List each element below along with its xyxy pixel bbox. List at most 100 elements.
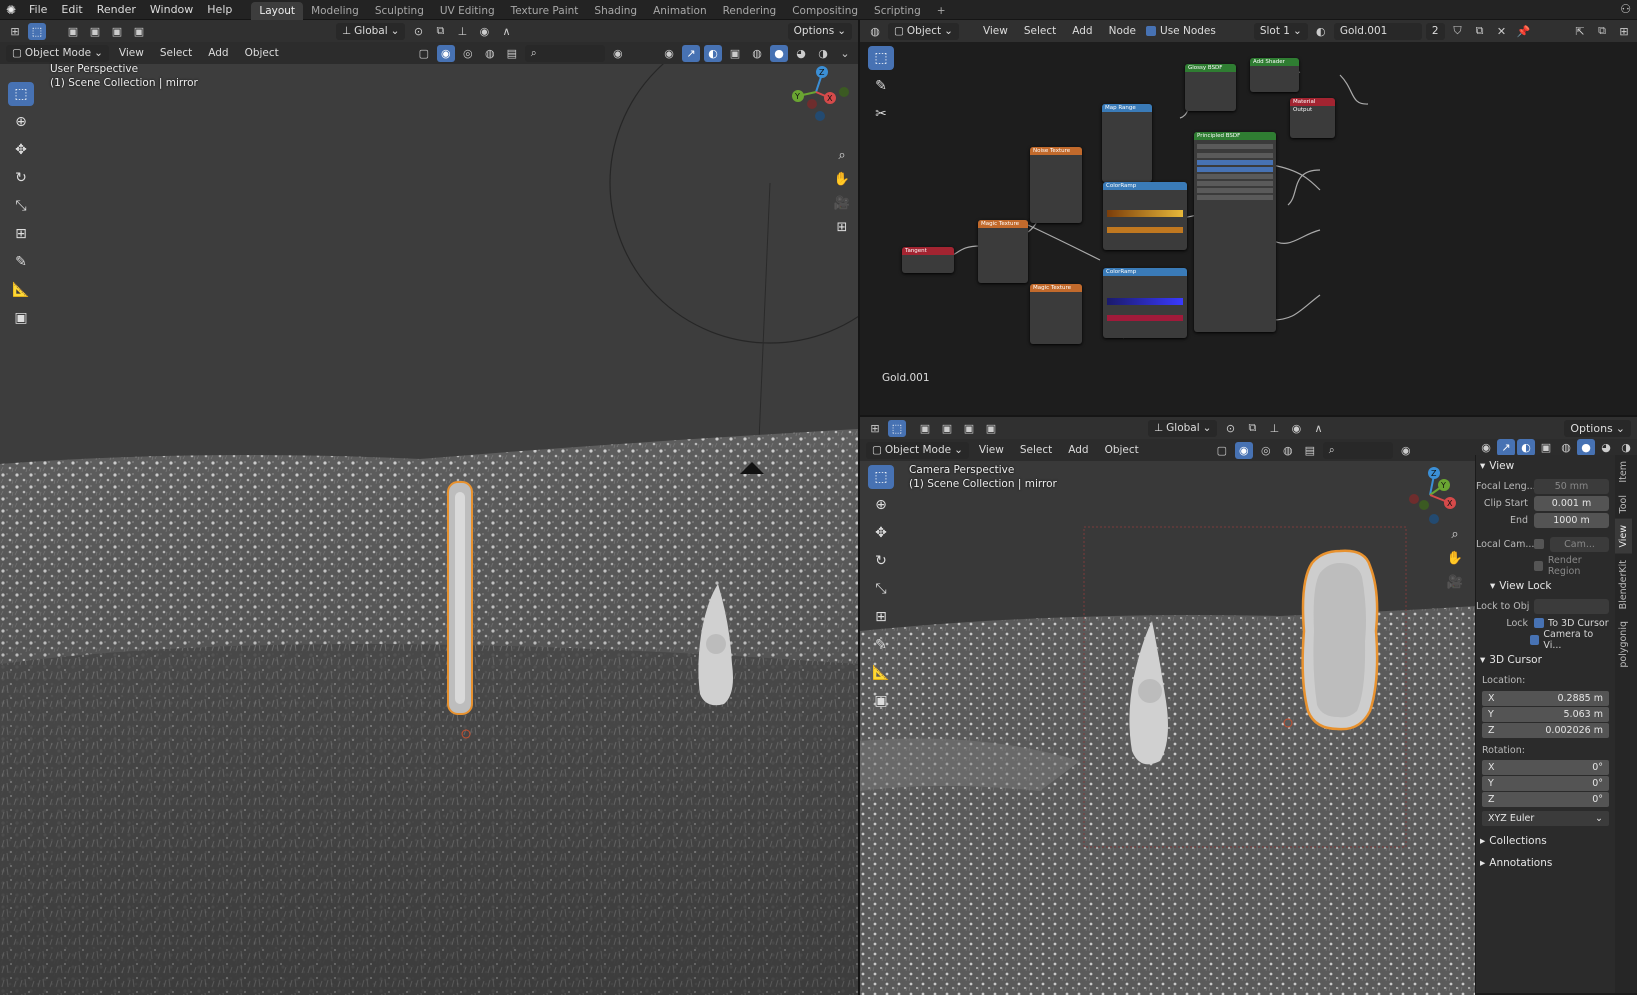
proportional-edit-icon[interactable]: ◉ bbox=[1287, 420, 1305, 437]
annotate-icon[interactable]: ✎ bbox=[8, 250, 34, 274]
search-field[interactable]: ⌕ bbox=[1322, 441, 1393, 459]
add-cube-icon[interactable]: ▣ bbox=[868, 689, 894, 713]
node-noise-texture[interactable]: Noise Texture bbox=[1030, 147, 1082, 223]
options-dropdown[interactable]: Options ⌄ bbox=[787, 22, 852, 40]
cursor-icon[interactable]: ⊕ bbox=[8, 110, 34, 134]
menu-add[interactable]: Add bbox=[202, 47, 234, 59]
tab-tool[interactable]: Tool bbox=[1615, 489, 1632, 519]
options-dropdown[interactable]: Options ⌄ bbox=[1564, 419, 1631, 437]
measure-icon[interactable]: 📐 bbox=[8, 278, 34, 302]
tab-blenderkit[interactable]: BlenderKit bbox=[1615, 554, 1632, 615]
menu-render[interactable]: Render bbox=[90, 0, 143, 20]
move-icon[interactable]: ✥ bbox=[868, 521, 894, 545]
clip-start-field[interactable]: 0.001 m bbox=[1534, 495, 1609, 511]
snap-target-icon[interactable]: ⊥ bbox=[453, 23, 471, 40]
select-mode-extend-icon[interactable]: ▣ bbox=[86, 23, 104, 40]
node-principled-bsdf[interactable]: Principled BSDF bbox=[1194, 132, 1276, 332]
focal-length-field[interactable]: 50 mm bbox=[1534, 478, 1609, 494]
editor-type-icon[interactable]: ⊞ bbox=[6, 23, 24, 40]
scale-icon[interactable]: ⤡ bbox=[8, 194, 34, 218]
blender-logo-icon[interactable]: ✺ bbox=[0, 0, 22, 20]
node-colorramp-gold[interactable]: ColorRamp bbox=[1103, 182, 1187, 250]
select-mode-subtract-icon[interactable]: ▣ bbox=[960, 420, 978, 437]
menu-view[interactable]: View bbox=[113, 47, 150, 59]
node-magic-texture-1[interactable]: Magic Texture bbox=[978, 220, 1028, 283]
material-shading-icon[interactable]: ◕ bbox=[1597, 439, 1615, 456]
tab-compositing[interactable]: Compositing bbox=[784, 2, 866, 20]
select-mode-invert-icon[interactable]: ▣ bbox=[130, 23, 148, 40]
tab-animation[interactable]: Animation bbox=[645, 2, 715, 20]
camera-filter-icon[interactable]: ◍ bbox=[481, 45, 499, 62]
menu-edit[interactable]: Edit bbox=[54, 0, 89, 20]
zoom-icon[interactable]: ⌕ bbox=[831, 146, 853, 164]
menu-help[interactable]: Help bbox=[200, 0, 239, 20]
xray-icon[interactable]: ▣ bbox=[1537, 439, 1555, 456]
tab-view[interactable]: View bbox=[1615, 519, 1632, 554]
camera-filter-icon[interactable]: ◍ bbox=[1279, 442, 1297, 459]
solid-shading-icon[interactable]: ● bbox=[1577, 438, 1595, 455]
pan-hand-icon[interactable]: ✋ bbox=[1444, 549, 1466, 567]
horizontal-area-divider[interactable] bbox=[860, 415, 1637, 417]
pivot-icon[interactable]: ⊙ bbox=[1221, 420, 1239, 437]
select-tool-icon[interactable]: ⬚ bbox=[888, 419, 906, 437]
solid-shading-icon[interactable]: ● bbox=[770, 44, 788, 62]
menu-select[interactable]: Select bbox=[154, 47, 198, 59]
clip-end-field[interactable]: 1000 m bbox=[1534, 512, 1609, 528]
transform-icon[interactable]: ⊞ bbox=[8, 222, 34, 246]
menu-add[interactable]: Add bbox=[1062, 444, 1094, 456]
3d-cursor-section-header[interactable]: ▾ 3D Cursor bbox=[1476, 649, 1615, 671]
material-shading-icon[interactable]: ◕ bbox=[792, 45, 810, 62]
select-mode-subtract-icon[interactable]: ▣ bbox=[108, 23, 126, 40]
falloff-icon[interactable]: ∧ bbox=[1309, 420, 1327, 437]
eye-icon[interactable]: ◉ bbox=[609, 45, 627, 62]
navigation-gizmo[interactable]: Z Y X bbox=[786, 62, 850, 142]
select-tool-icon[interactable]: ⬚ bbox=[28, 22, 46, 40]
object-filter-icon[interactable]: ◉ bbox=[1234, 441, 1253, 459]
cursor-rotation-z-field[interactable]: Z 0° bbox=[1482, 792, 1609, 807]
snap-target-icon[interactable]: ⊥ bbox=[1265, 420, 1283, 437]
select-mode-invert-icon[interactable]: ▣ bbox=[982, 420, 1000, 437]
select-box-icon[interactable]: ⬚ bbox=[8, 82, 34, 106]
menu-select[interactable]: Select bbox=[1014, 444, 1058, 456]
rendered-shading-icon[interactable]: ◑ bbox=[814, 45, 832, 62]
camera-to-view-checkbox[interactable] bbox=[1530, 635, 1540, 645]
rendered-shading-icon[interactable]: ◑ bbox=[1617, 439, 1635, 456]
pivot-icon[interactable]: ⊙ bbox=[409, 23, 427, 40]
tab-layout[interactable]: Layout bbox=[251, 1, 304, 20]
local-camera-checkbox[interactable] bbox=[1534, 539, 1544, 549]
left-3d-viewport[interactable]: ⊞ ⬚ ▣ ▣ ▣ ▣ ⊥ Global ⌄ ⊙ ⧉ ⊥ ◉ ∧ Options ⌄ … bbox=[0, 20, 858, 995]
node-magic-texture-2[interactable]: Magic Texture bbox=[1030, 284, 1082, 344]
tab-scripting[interactable]: Scripting bbox=[866, 2, 929, 20]
cursor-location-z-field[interactable]: Z 0.002026 m bbox=[1482, 723, 1609, 738]
tab-shading[interactable]: Shading bbox=[586, 2, 645, 20]
render-region-checkbox[interactable] bbox=[1534, 561, 1543, 571]
wireframe-shading-icon[interactable]: ◍ bbox=[748, 45, 766, 62]
filter-icon[interactable]: ▢ bbox=[1213, 442, 1231, 459]
menu-file[interactable]: File bbox=[22, 0, 54, 20]
menu-object[interactable]: Object bbox=[239, 47, 285, 59]
tab-uv-editing[interactable]: UV Editing bbox=[432, 2, 503, 20]
ortho-grid-icon[interactable]: ⊞ bbox=[831, 218, 853, 236]
object-filter-icon[interactable]: ◉ bbox=[436, 44, 455, 62]
xray-icon[interactable]: ▣ bbox=[726, 45, 744, 62]
lock-to-object-field[interactable] bbox=[1534, 598, 1609, 614]
cursor-location-y-field[interactable]: Y 5.063 m bbox=[1482, 707, 1609, 722]
right-3d-viewport[interactable]: ⊞ ⬚ ▣ ▣ ▣ ▣ ⊥ Global ⌄ ⊙ ⧉ ⊥ ◉ ∧ ▢ Object M… bbox=[860, 417, 1475, 995]
light-filter-icon[interactable]: ◎ bbox=[1257, 442, 1275, 459]
cursor-icon[interactable]: ⊕ bbox=[868, 493, 894, 517]
mode-dropdown[interactable]: ▢ Object Mode ⌄ bbox=[6, 44, 109, 62]
cursor-rotation-x-field[interactable]: X 0° bbox=[1482, 760, 1609, 775]
image-filter-icon[interactable]: ▤ bbox=[503, 45, 521, 62]
editor-type-icon[interactable]: ⊞ bbox=[866, 420, 884, 437]
search-field[interactable]: ⌕ bbox=[524, 44, 605, 62]
menu-window[interactable]: Window bbox=[143, 0, 200, 20]
local-camera-field[interactable]: Cam... bbox=[1550, 536, 1609, 552]
shading-options-icon[interactable]: ⌄ bbox=[836, 45, 854, 62]
tab-item[interactable]: Item bbox=[1615, 455, 1632, 489]
tab-modeling[interactable]: Modeling bbox=[303, 2, 367, 20]
wireframe-shading-icon[interactable]: ◍ bbox=[1557, 439, 1575, 456]
tab-rendering[interactable]: Rendering bbox=[715, 2, 785, 20]
mode-dropdown[interactable]: ▢ Object Mode ⌄ bbox=[866, 441, 969, 459]
node-map-range[interactable]: Map Range bbox=[1102, 104, 1152, 182]
scale-icon[interactable]: ⤡ bbox=[868, 577, 894, 601]
